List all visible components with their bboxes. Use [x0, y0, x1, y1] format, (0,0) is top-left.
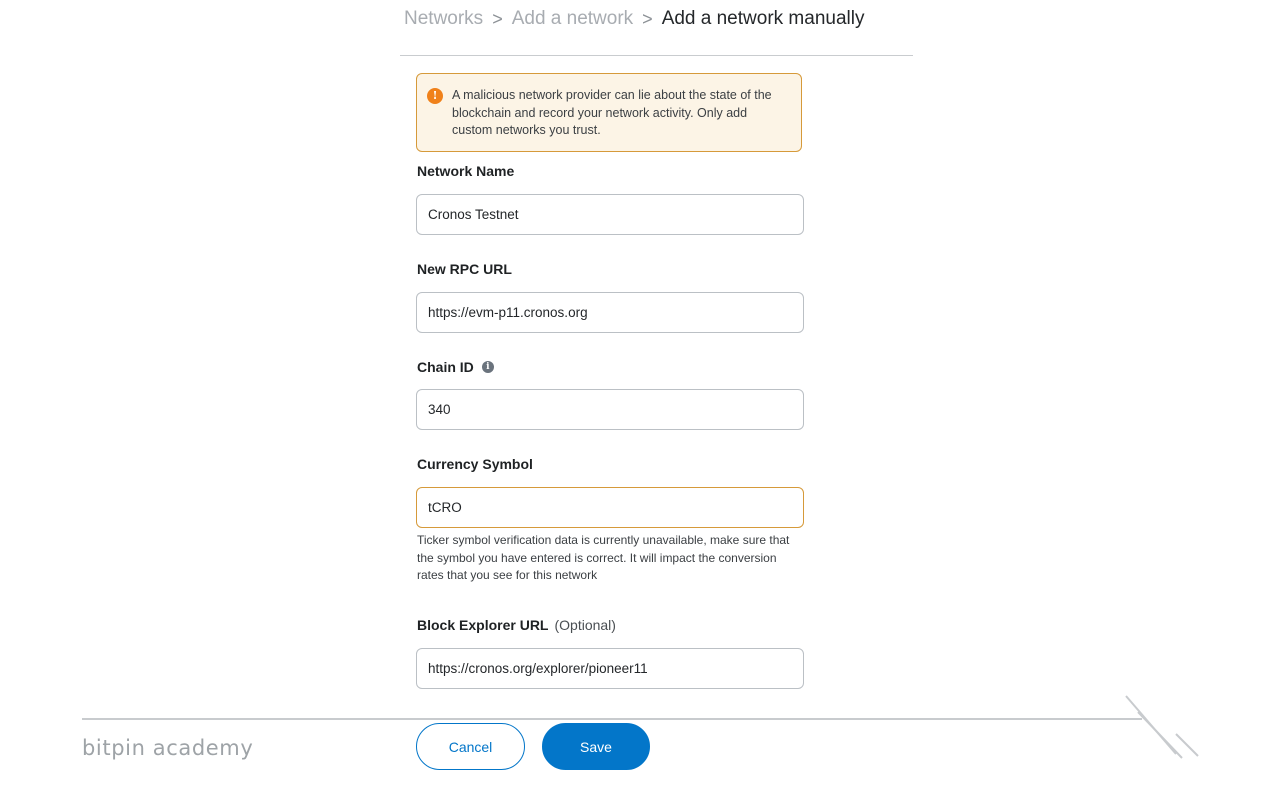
save-button[interactable]: Save: [542, 723, 650, 770]
network-name-label-text: Network Name: [417, 163, 515, 179]
block-explorer-input[interactable]: [416, 648, 804, 689]
breadcrumb-current-page: Add a network manually: [661, 8, 865, 29]
breadcrumb-networks[interactable]: Networks: [404, 8, 483, 30]
chain-id-input[interactable]: [416, 389, 804, 430]
optional-tag: (Optional): [554, 617, 616, 633]
rpc-url-input[interactable]: [416, 292, 804, 333]
network-name-input[interactable]: [416, 194, 804, 235]
network-name-label: Network Name: [417, 163, 514, 179]
breadcrumb: Networks > Add a network > Add a network…: [404, 6, 864, 32]
block-explorer-label: Block Explorer URL (Optional): [417, 617, 616, 633]
header-divider: [400, 55, 913, 56]
chain-id-label-text: Chain ID: [417, 359, 474, 375]
info-icon[interactable]: i: [481, 361, 494, 373]
exclamation-icon: !: [427, 88, 443, 104]
cancel-button[interactable]: Cancel: [416, 723, 525, 770]
rpc-url-label-text: New RPC URL: [417, 261, 512, 277]
warning-text: A malicious network provider can lie abo…: [452, 88, 772, 137]
currency-symbol-label: Currency Symbol: [417, 456, 533, 472]
rpc-url-label: New RPC URL: [417, 261, 512, 277]
watermark-text: bitpin academy: [82, 736, 254, 760]
chevron-right-icon: >: [492, 8, 503, 29]
warning-banner: ! A malicious network provider can lie a…: [416, 73, 802, 152]
chevron-right-icon: >: [642, 8, 653, 29]
block-explorer-label-text: Block Explorer URL: [417, 617, 549, 633]
currency-symbol-label-text: Currency Symbol: [417, 456, 533, 472]
currency-symbol-warning-text: Ticker symbol verification data is curre…: [417, 533, 790, 582]
currency-symbol-input[interactable]: [416, 487, 804, 528]
watermark-slashes-icon: [1125, 695, 1199, 759]
chain-id-label: Chain ID i: [417, 359, 494, 375]
breadcrumb-add-network[interactable]: Add a network: [512, 8, 633, 30]
watermark-line: [82, 718, 1142, 720]
